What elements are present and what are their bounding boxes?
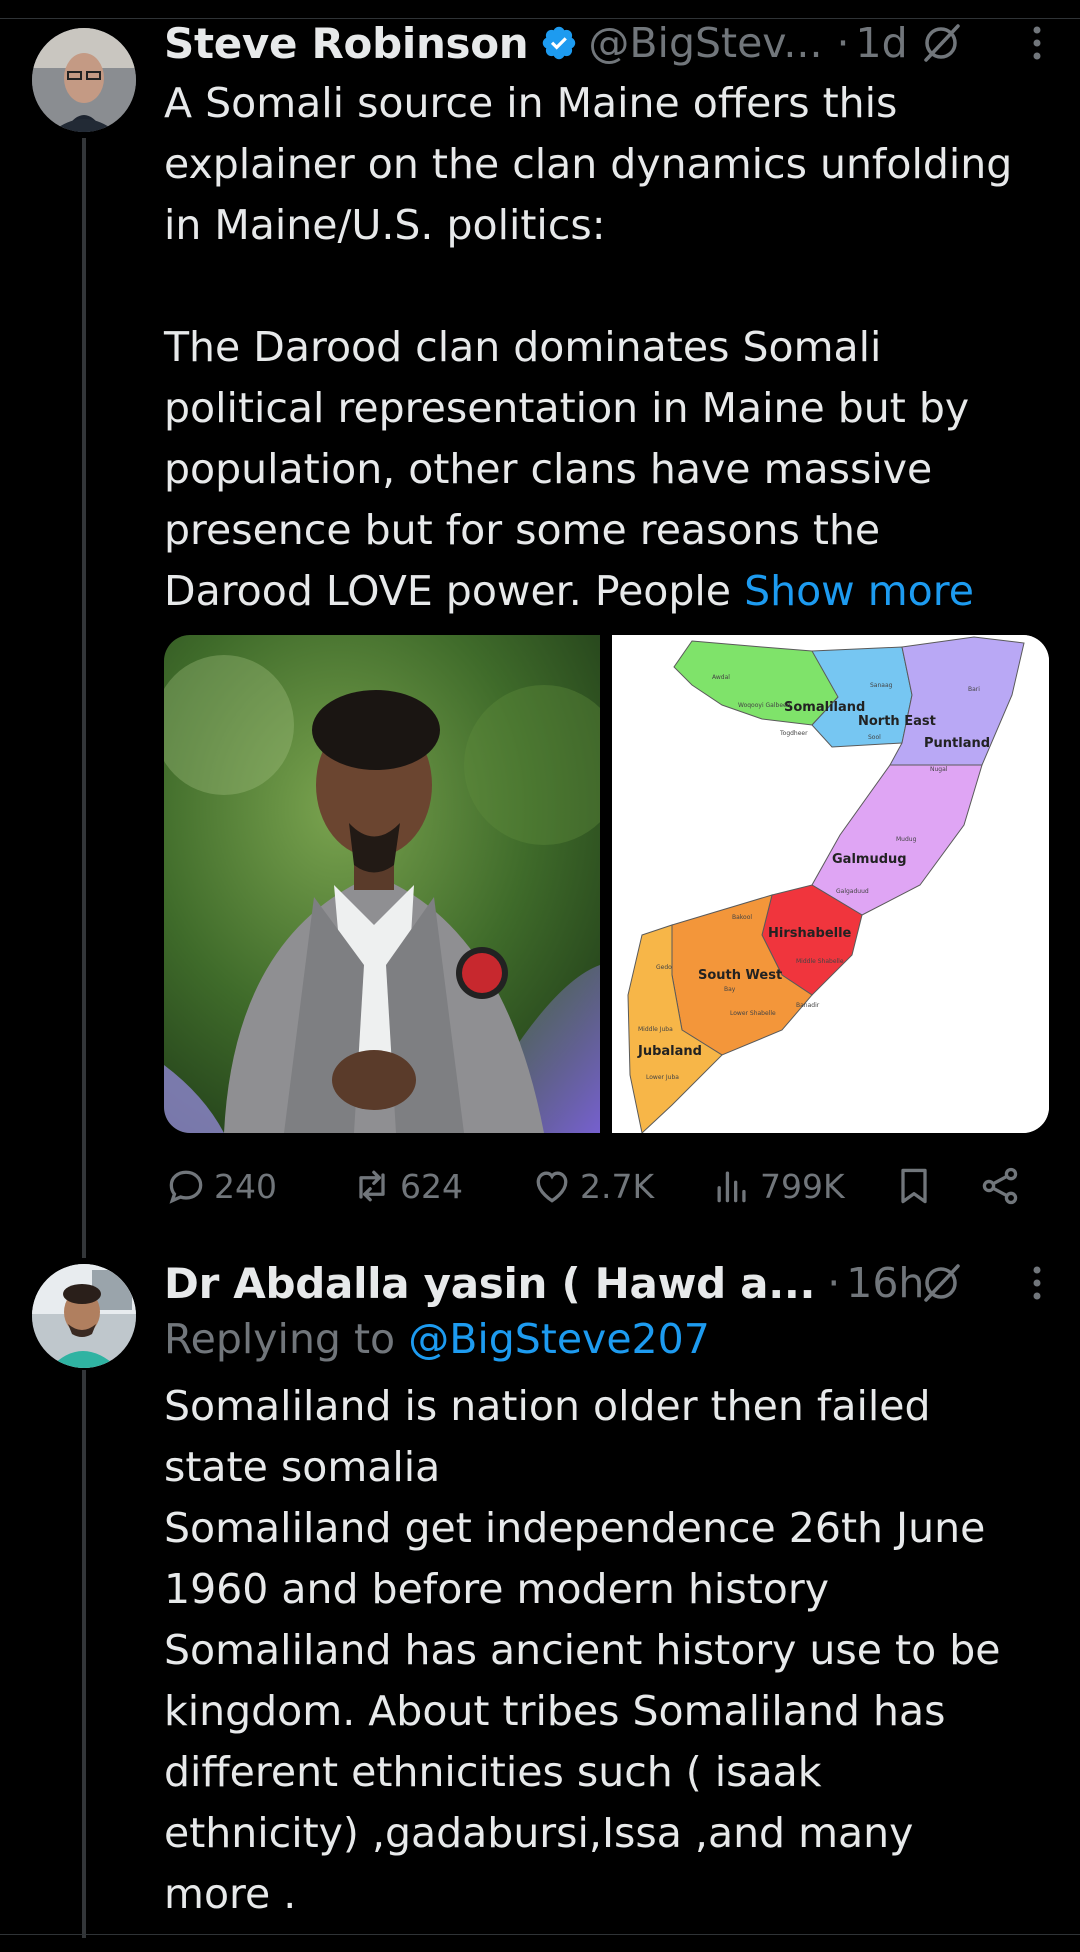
author-handle[interactable]: @BigStev... [588,19,822,67]
map-label-bay: Bay [724,986,736,993]
map-label-middle-shabelle: Middle Shabelle [796,958,844,965]
map-label-mudug: Mudug [896,836,917,843]
replying-prefix: Replying to [164,1315,409,1363]
separator-dot: · [827,1259,841,1307]
map-label-galmudug: Galmudug [832,852,907,867]
bookmark-button[interactable] [892,1160,936,1212]
timestamp[interactable]: 1d [856,19,908,67]
avatar[interactable] [32,1264,136,1368]
views-button[interactable]: 799K [710,1160,845,1212]
like-count: 2.7K [580,1166,655,1206]
map-label-sool: Sool [868,734,881,741]
reply-button[interactable]: 240 [164,1160,277,1212]
repost-icon [359,1170,385,1202]
map-label-galgaduud: Galgaduud [836,888,869,895]
share-icon [982,1167,1018,1205]
map-label-bakool: Bakool [732,914,752,921]
somalia-regions-map[interactable]: Somaliland North East Puntland Galmudug … [612,635,1049,1133]
tweet-header: Steve Robinson @BigStev... · 1d [164,14,1044,72]
show-more-link[interactable]: Show more [744,567,974,615]
share-button[interactable] [978,1160,1022,1212]
map-label-sanaag: Sanaag [870,682,893,689]
map-label-woqooyi-galbeed: Woqooyi Galbeed [738,702,791,709]
timestamp[interactable]: 16h [846,1259,924,1307]
like-button[interactable]: 2.7K [530,1160,654,1212]
view-count: 799K [760,1166,845,1206]
repost-button[interactable]: 624 [350,1160,463,1212]
tweet-text: Somaliland is nation older then failed s… [164,1382,1001,1918]
more-icon[interactable] [1022,1260,1052,1306]
tweet-reply-abdalla[interactable]: Dr Abdalla yasin ( Hawd a... · 16h Reply… [0,1240,1080,1940]
avatar[interactable] [32,28,136,132]
map-label-middle-juba: Middle Juba [638,1026,673,1033]
tweet-body: A Somali source in Maine offers this exp… [164,79,1013,615]
replying-to-line: Replying to @BigSteve207 [164,1309,1044,1370]
author-name[interactable]: Dr Abdalla yasin ( Hawd a... [164,1259,815,1308]
tweet-actions: 240 624 2.7K 799K [164,1160,1044,1212]
tweet-steve-robinson[interactable]: Steve Robinson @BigStev... · 1d A Somali… [0,0,1080,1258]
map-label-banadir: Banadir [796,1002,820,1009]
map-label-south-west: South West [698,968,782,983]
map-label-awdal: Awdal [712,674,730,681]
map-label-north-east: North East [858,714,936,729]
map-label-puntland: Puntland [924,736,990,751]
author-name[interactable]: Steve Robinson [164,19,529,68]
media-grid: Somaliland North East Puntland Galmudug … [164,635,1049,1133]
grok-icon[interactable] [918,20,964,66]
bookmark-icon [901,1168,927,1204]
separator-dot: · [836,19,850,67]
map-label-bari: Bari [968,686,980,693]
map-label-lower-shabelle: Lower Shabelle [730,1010,776,1017]
bottom-divider [0,1934,1080,1935]
repost-count: 624 [400,1166,463,1206]
like-icon [536,1171,568,1203]
reply-count: 240 [214,1166,277,1206]
map-label-lower-juba: Lower Juba [646,1074,679,1081]
tweet-header: Dr Abdalla yasin ( Hawd a... · 16h [164,1254,1044,1312]
map-label-hirshabelle: Hirshabelle [768,926,852,941]
more-icon[interactable] [1022,20,1052,66]
map-label-gedo: Gedo [656,964,672,971]
map-label-nugal: Nugal [930,766,948,773]
map-label-jubaland: Jubaland [637,1044,702,1059]
map-label-togdheer: Togdheer [779,730,808,737]
thread-line [82,1370,86,1938]
thread-line [82,138,86,1258]
reply-icon [169,1170,203,1204]
photo-man-in-suit[interactable] [164,635,600,1133]
verified-badge-icon [543,26,576,60]
map-label-somaliland: Somaliland [784,700,865,715]
grok-icon[interactable] [918,1260,964,1306]
replying-to-mention[interactable]: @BigSteve207 [408,1315,710,1363]
views-icon [717,1171,746,1203]
tweet-text: A Somali source in Maine offers this exp… [164,73,1044,622]
